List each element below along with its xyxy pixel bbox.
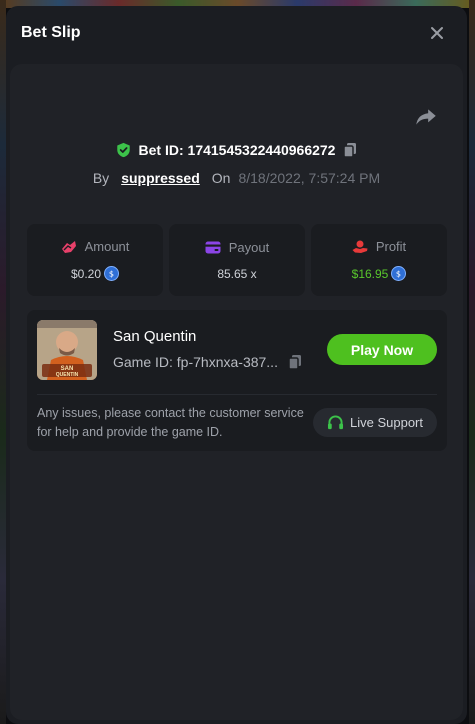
bet-id: Bet ID: 1741545322440966272 <box>138 142 336 158</box>
profit-hand-icon <box>352 240 368 253</box>
on-label: On <box>211 170 231 186</box>
stat-payout-label: Payout <box>228 239 270 255</box>
divider <box>37 394 437 395</box>
play-now-button[interactable]: Play Now <box>327 334 437 365</box>
copy-icon <box>288 355 301 370</box>
copy-bet-id-button[interactable] <box>343 142 357 158</box>
verified-shield-icon <box>116 142 130 158</box>
stat-amount: Amount $0.20 $ <box>27 224 163 296</box>
stat-amount-label: Amount <box>84 239 130 254</box>
stat-amount-value: $0.20 <box>70 266 102 281</box>
stat-payout: Payout 85.65 x <box>169 224 305 296</box>
stat-payout-value: 85.65 x <box>217 266 257 281</box>
bet-date: 8/18/2022, 7:57:24 PM <box>238 170 381 186</box>
live-support-button[interactable]: Live Support <box>313 408 437 437</box>
close-icon <box>431 27 443 39</box>
share-button[interactable] <box>413 104 439 130</box>
stat-profit: Profit $16.95 $ <box>311 224 447 296</box>
stat-amount-value-row: $0.20 $ <box>70 266 120 281</box>
close-button[interactable] <box>425 21 449 45</box>
modal-header: Bet Slip <box>6 6 467 60</box>
game-card: SAN QUENTIN San Quentin Game ID: fp-7hxn… <box>27 310 447 451</box>
thumb-text-2: QUENTIN <box>56 372 79 378</box>
stat-profit-label-row: Profit <box>352 239 406 254</box>
copy-game-id-button[interactable] <box>288 354 302 370</box>
game-thumbnail-art: SAN QUENTIN <box>37 320 97 380</box>
game-id: Game ID: fp-7hxnxa-387... <box>113 354 278 370</box>
bet-id-row: Bet ID: 1741545322440966272 <box>10 142 463 158</box>
bet-slip-modal: Bet Slip Bet ID: 1741545322440966272 By … <box>6 6 467 724</box>
svg-text:$: $ <box>396 269 401 278</box>
stat-profit-value: $16.95 <box>351 266 389 281</box>
bet-slip-content: Bet ID: 1741545322440966272 By suppresse… <box>10 64 463 720</box>
bet-stats: Amount $0.20 $ Payout 85.65 x Profit $16… <box>27 224 447 296</box>
wager-icon <box>61 240 76 253</box>
share-icon <box>416 109 436 125</box>
stat-profit-value-row: $16.95 $ <box>352 266 407 281</box>
game-thumbnail[interactable]: SAN QUENTIN <box>37 320 97 380</box>
background-right-edge <box>469 0 475 724</box>
bet-meta-row: By suppressed On 8/18/2022, 7:57:24 PM <box>10 170 463 186</box>
headset-icon <box>327 414 344 429</box>
stat-amount-label-row: Amount <box>61 239 130 254</box>
copy-icon <box>343 143 357 158</box>
svg-text:$: $ <box>109 269 114 278</box>
usd-coin-icon: $ <box>391 266 407 281</box>
stat-profit-label: Profit <box>375 239 407 254</box>
modal-title: Bet Slip <box>21 24 81 41</box>
usd-coin-icon: $ <box>104 266 120 281</box>
live-support-label: Live Support <box>350 415 423 430</box>
by-label: By <box>92 170 110 186</box>
game-id-row: Game ID: fp-7hxnxa-387... <box>113 354 302 370</box>
game-name: San Quentin <box>113 328 197 345</box>
support-info-text: Any issues, please contact the customer … <box>37 406 304 439</box>
wallet-icon <box>205 241 221 253</box>
stat-payout-value-row: 85.65 x <box>217 267 256 281</box>
user-link[interactable]: suppressed <box>121 170 200 186</box>
stat-payout-label-row: Payout <box>205 240 269 255</box>
